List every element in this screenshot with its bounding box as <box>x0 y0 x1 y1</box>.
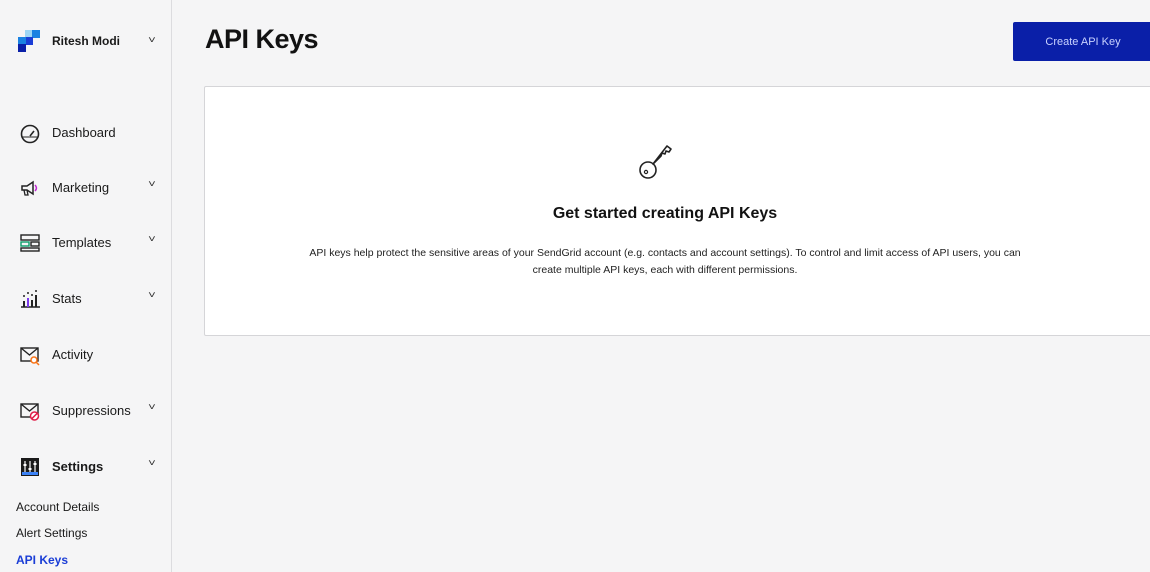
megaphone-icon <box>21 180 38 196</box>
settings-sliders-icon <box>21 458 39 476</box>
stats-chart-icon <box>21 290 40 308</box>
templates-icon <box>20 234 40 252</box>
key-icon <box>639 145 672 179</box>
chevron-down-icon: ˅ <box>148 402 156 413</box>
sidebar-item-label: Marketing <box>52 180 110 195</box>
sidebar-item-marketing[interactable]: Marketing ˅ <box>0 167 171 207</box>
sendgrid-logo-icon <box>18 30 40 52</box>
chevron-down-icon: ˅ <box>148 234 156 245</box>
account-switcher[interactable]: Ritesh Modi ˅ <box>0 20 171 64</box>
sidebar-subitem-alert-settings[interactable]: Alert Settings <box>16 526 87 540</box>
suppressions-icon <box>20 403 40 421</box>
sidebar-item-label: Settings <box>52 459 104 474</box>
sidebar-item-templates[interactable]: Templates ˅ <box>0 222 171 262</box>
sidebar-item-label: Stats <box>52 291 82 306</box>
sidebar-item-label: Suppressions <box>52 403 131 418</box>
chevron-down-icon: ˅ <box>148 458 156 469</box>
account-name: Ritesh Modi <box>52 34 120 48</box>
sidebar-item-label: Dashboard <box>52 125 116 140</box>
dashboard-gauge-icon <box>20 124 40 144</box>
activity-search-icon <box>20 347 40 366</box>
sidebar-item-label: Activity <box>52 347 94 362</box>
sidebar-item-activity[interactable]: Activity <box>0 334 171 374</box>
chevron-down-icon: ˅ <box>148 35 156 46</box>
sidebar-item-label: Templates <box>52 235 112 250</box>
chevron-down-icon: ˅ <box>148 290 156 301</box>
sidebar-subitem-account-details[interactable]: Account Details <box>16 500 99 514</box>
sidebar-item-suppressions[interactable]: Suppressions ˅ <box>0 390 171 430</box>
sidebar-item-dashboard[interactable]: Dashboard <box>0 112 171 152</box>
sidebar: Ritesh Modi ˅ Dashboard Marketing ˅ Temp… <box>0 0 172 572</box>
chevron-down-icon: ˅ <box>148 179 156 190</box>
sidebar-subitem-api-keys[interactable]: API Keys <box>16 553 68 567</box>
empty-state-card: Get started creating API Keys API keys h… <box>204 86 1150 336</box>
sidebar-item-settings[interactable]: Settings ˅ <box>0 446 171 486</box>
create-api-key-button[interactable]: Create API Key <box>1013 22 1150 61</box>
empty-state-description: API keys help protect the sensitive area… <box>309 247 1021 276</box>
sidebar-item-stats[interactable]: Stats ˅ <box>0 278 171 318</box>
page-title: API Keys <box>205 24 319 54</box>
empty-state-title: Get started creating API Keys <box>552 205 778 222</box>
